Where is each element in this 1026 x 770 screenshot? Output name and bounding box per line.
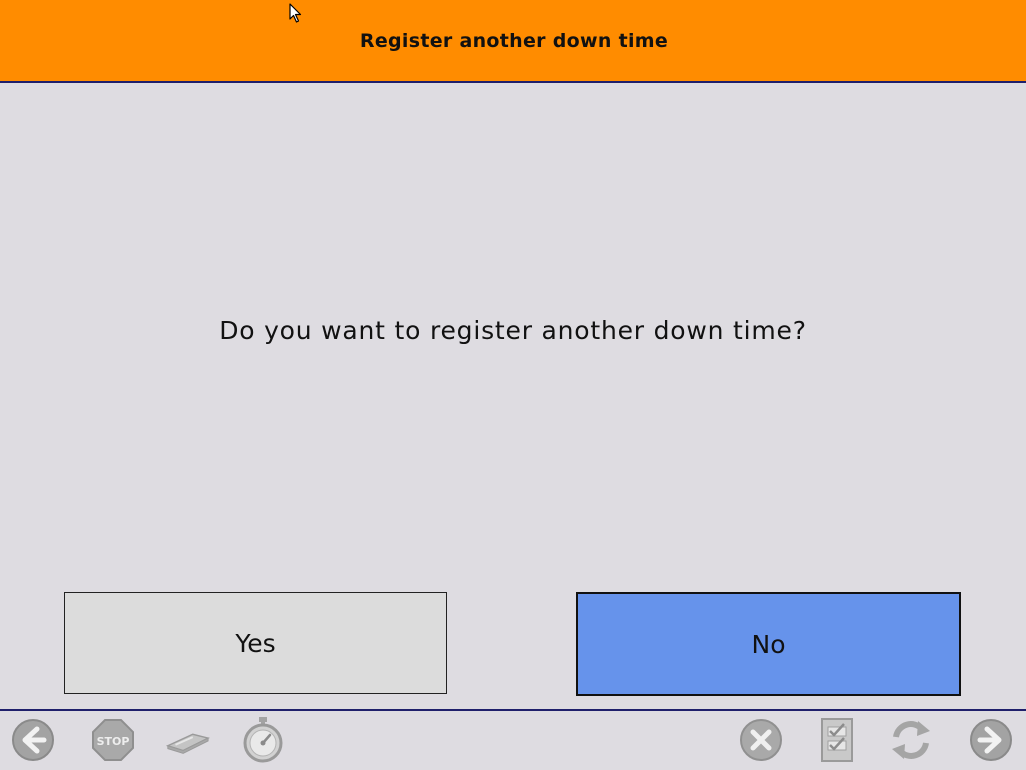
- footer-divider: [0, 709, 1026, 711]
- card-reader-button[interactable]: [164, 716, 210, 764]
- page-title: Register another down time: [359, 29, 669, 52]
- svg-text:STOP: STOP: [97, 735, 130, 748]
- back-arrow-icon: [12, 719, 54, 761]
- refresh-button[interactable]: [888, 716, 934, 764]
- checklist-button[interactable]: [814, 716, 860, 764]
- cancel-button[interactable]: [738, 716, 784, 764]
- yes-button-label: Yes: [235, 628, 276, 658]
- cancel-icon: [740, 719, 782, 761]
- no-button[interactable]: No: [576, 592, 961, 696]
- card-reader-icon: [165, 733, 210, 754]
- stopwatch-button[interactable]: [240, 716, 286, 764]
- confirmation-question: Do you want to register another down tim…: [219, 316, 807, 345]
- yes-button[interactable]: Yes: [64, 592, 447, 694]
- back-button[interactable]: [10, 716, 56, 764]
- no-button-label: No: [751, 629, 786, 659]
- stop-button[interactable]: STOP: [90, 716, 136, 764]
- stop-sign-icon: STOP: [92, 719, 134, 761]
- forward-arrow-icon: [970, 719, 1012, 761]
- refresh-icon: [892, 721, 930, 759]
- mouse-cursor-icon: [289, 3, 302, 23]
- forward-button[interactable]: [968, 716, 1014, 764]
- checklist-icon: [821, 718, 853, 762]
- title-bar: Register another down time: [0, 0, 1026, 83]
- stopwatch-icon: [243, 717, 283, 763]
